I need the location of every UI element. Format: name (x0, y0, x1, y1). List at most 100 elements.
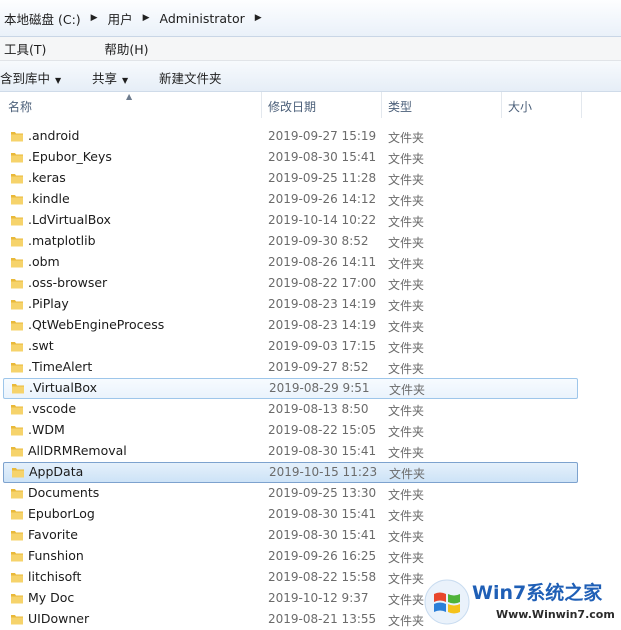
folder-icon (10, 591, 24, 605)
file-type: 文件夹 (388, 572, 425, 586)
file-type: 文件夹 (389, 383, 426, 397)
folder-icon (10, 549, 24, 563)
table-row[interactable]: AllDRMRemoval 2019-08-30 15:41 文件夹 (0, 441, 621, 462)
address-bar[interactable]: 本地磁盘 (C:) ▶ 用户 ▶ Administrator ▶ (0, 0, 621, 37)
include-in-library-label: 含到库中 (0, 71, 51, 86)
folder-icon (10, 234, 24, 248)
chevron-right-icon[interactable]: ▶ (85, 13, 104, 23)
breadcrumb-users[interactable]: 用户 (104, 9, 137, 28)
table-row[interactable]: .kindle 2019-09-26 14:12 文件夹 (0, 189, 621, 210)
sort-ascending-icon: ▲ (126, 92, 133, 101)
file-type: 文件夹 (388, 131, 425, 145)
folder-icon (10, 528, 24, 542)
column-header-name[interactable]: 名称 (8, 98, 32, 115)
table-row[interactable]: .WDM 2019-08-22 15:05 文件夹 (0, 420, 621, 441)
table-row[interactable]: .vscode 2019-08-13 8:50 文件夹 (0, 399, 621, 420)
folder-icon (10, 339, 24, 353)
share-button[interactable]: 共享 ▼ (92, 68, 128, 87)
file-type: 文件夹 (388, 404, 425, 418)
file-modified-date: 2019-08-26 14:11 (268, 255, 377, 269)
table-row[interactable]: Funshion 2019-09-26 16:25 文件夹 (0, 546, 621, 567)
menu-tools[interactable]: 工具(T) (0, 39, 50, 58)
file-type: 文件夹 (388, 341, 425, 355)
file-type: 文件夹 (388, 278, 425, 292)
file-type: 文件夹 (388, 593, 425, 607)
file-modified-date: 2019-08-21 13:55 (268, 612, 377, 626)
watermark-brand: Win7系统之家 (472, 582, 603, 604)
breadcrumb-drive[interactable]: 本地磁盘 (C:) (0, 9, 85, 28)
folder-icon (10, 192, 24, 206)
file-modified-date: 2019-08-23 14:19 (268, 297, 377, 311)
file-type: 文件夹 (388, 551, 425, 565)
table-row[interactable]: AppData 2019-10-15 11:23 文件夹 (3, 462, 578, 483)
file-modified-date: 2019-09-27 8:52 (268, 360, 369, 374)
chevron-right-icon[interactable]: ▶ (249, 13, 268, 23)
breadcrumb: 本地磁盘 (C:) ▶ 用户 ▶ Administrator ▶ (0, 9, 268, 27)
file-name: UIDowner (28, 611, 90, 626)
file-name: .WDM (28, 422, 65, 437)
table-row[interactable]: .LdVirtualBox 2019-10-14 10:22 文件夹 (0, 210, 621, 231)
column-divider[interactable] (581, 92, 582, 118)
table-row[interactable]: .VirtualBox 2019-08-29 9:51 文件夹 (3, 378, 578, 399)
table-row[interactable]: .oss-browser 2019-08-22 17:00 文件夹 (0, 273, 621, 294)
include-in-library-button[interactable]: 含到库中 ▼ (0, 68, 61, 87)
table-row[interactable]: EpuborLog 2019-08-30 15:41 文件夹 (0, 504, 621, 525)
file-name: .QtWebEngineProcess (28, 317, 165, 332)
table-row[interactable]: .TimeAlert 2019-09-27 8:52 文件夹 (0, 357, 621, 378)
table-row[interactable]: .swt 2019-09-03 17:15 文件夹 (0, 336, 621, 357)
table-row[interactable]: .matplotlib 2019-09-30 8:52 文件夹 (0, 231, 621, 252)
file-modified-date: 2019-09-30 8:52 (268, 234, 369, 248)
chevron-right-icon[interactable]: ▶ (137, 13, 156, 23)
file-modified-date: 2019-08-22 17:00 (268, 276, 377, 290)
table-row[interactable]: .keras 2019-09-25 11:28 文件夹 (0, 168, 621, 189)
file-modified-date: 2019-09-25 13:30 (268, 486, 377, 500)
folder-icon (10, 276, 24, 290)
folder-icon (10, 255, 24, 269)
file-modified-date: 2019-08-30 15:41 (268, 507, 377, 521)
file-modified-date: 2019-08-30 15:41 (268, 528, 377, 542)
file-modified-date: 2019-08-22 15:05 (268, 423, 377, 437)
file-type: 文件夹 (388, 173, 425, 187)
column-header-type[interactable]: 类型 (388, 98, 412, 115)
folder-icon (10, 171, 24, 185)
new-folder-button[interactable]: 新建文件夹 (159, 68, 222, 87)
file-name: .kindle (28, 191, 70, 206)
table-row[interactable]: .QtWebEngineProcess 2019-08-23 14:19 文件夹 (0, 315, 621, 336)
file-name: .keras (28, 170, 66, 185)
file-name: .LdVirtualBox (28, 212, 111, 227)
table-row[interactable]: .PiPlay 2019-08-23 14:19 文件夹 (0, 294, 621, 315)
table-row[interactable]: Favorite 2019-08-30 15:41 文件夹 (0, 525, 621, 546)
menu-help[interactable]: 帮助(H) (100, 39, 152, 58)
breadcrumb-administrator[interactable]: Administrator (156, 11, 249, 26)
file-modified-date: 2019-09-26 16:25 (268, 549, 377, 563)
file-type: 文件夹 (388, 236, 425, 250)
file-type: 文件夹 (388, 530, 425, 544)
file-modified-date: 2019-08-30 15:41 (268, 444, 377, 458)
column-divider[interactable] (261, 92, 262, 118)
file-name: .Epubor_Keys (28, 149, 112, 164)
column-divider[interactable] (381, 92, 382, 118)
file-modified-date: 2019-09-25 11:28 (268, 171, 377, 185)
file-modified-date: 2019-09-27 15:19 (268, 129, 377, 143)
folder-icon (10, 444, 24, 458)
file-name: My Doc (28, 590, 75, 605)
column-divider[interactable] (501, 92, 502, 118)
file-modified-date: 2019-08-13 8:50 (268, 402, 369, 416)
folder-icon (10, 570, 24, 584)
file-modified-date: 2019-09-03 17:15 (268, 339, 377, 353)
caret-down-icon: ▼ (122, 76, 129, 85)
file-name: Funshion (28, 548, 84, 563)
file-modified-date: 2019-09-26 14:12 (268, 192, 377, 206)
table-row[interactable]: .obm 2019-08-26 14:11 文件夹 (0, 252, 621, 273)
watermark: Win7系统之家 Www.Winwin7.com (422, 572, 621, 630)
column-header-modified[interactable]: 修改日期 (268, 98, 316, 115)
watermark-url: Www.Winwin7.com (496, 608, 615, 621)
table-row[interactable]: .Epubor_Keys 2019-08-30 15:41 文件夹 (0, 147, 621, 168)
folder-icon (11, 381, 25, 395)
table-row[interactable]: .android 2019-09-27 15:19 文件夹 (0, 126, 621, 147)
file-modified-date: 2019-08-30 15:41 (268, 150, 377, 164)
column-header-size[interactable]: 大小 (508, 98, 532, 115)
folder-icon (10, 360, 24, 374)
folder-icon (10, 129, 24, 143)
table-row[interactable]: Documents 2019-09-25 13:30 文件夹 (0, 483, 621, 504)
